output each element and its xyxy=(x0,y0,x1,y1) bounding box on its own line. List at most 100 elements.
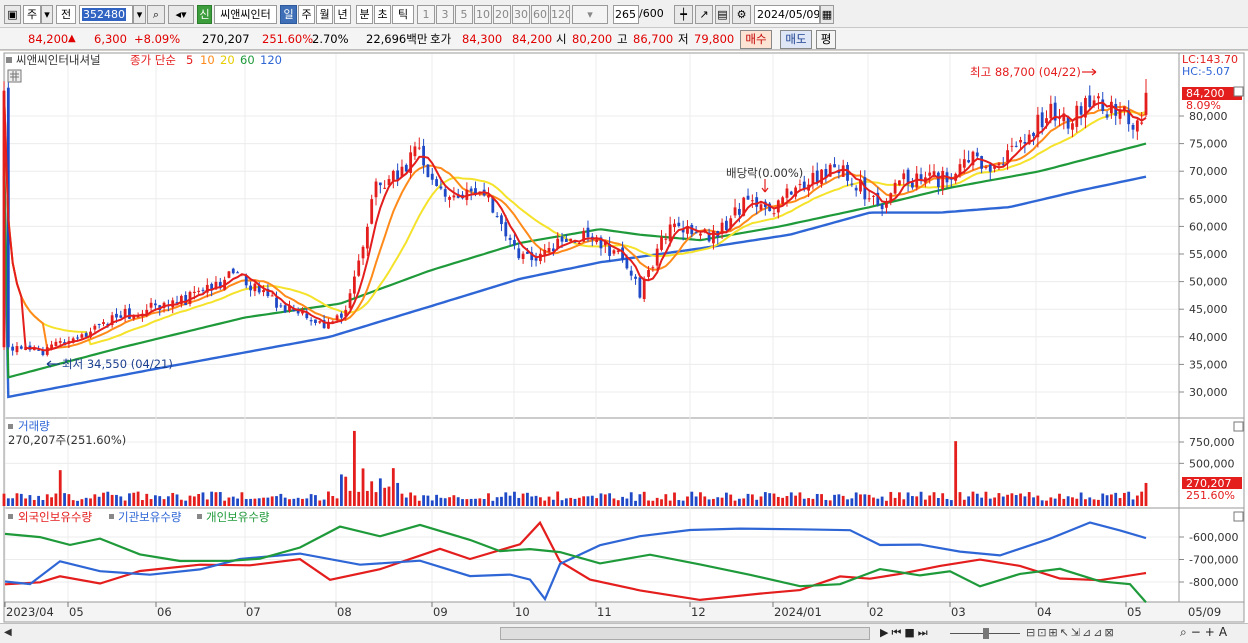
ma-legend-5: 5 xyxy=(186,53,193,67)
volume-panel-close-icon[interactable] xyxy=(1233,421,1244,432)
bottom-scrollbar[interactable]: ◀ ▶⏮■⏭ ⊟⊡⊞↖⇲⊿⊿⊠ ⌕−+A xyxy=(0,623,1248,643)
period-tick[interactable]: 틱 xyxy=(392,5,414,24)
speaker-icon[interactable]: ◂▾ xyxy=(168,5,194,24)
candle-body xyxy=(97,323,101,325)
candle-body xyxy=(1032,132,1035,137)
candle-body xyxy=(595,239,599,243)
candle-body xyxy=(673,223,676,228)
volume-bar xyxy=(846,499,849,506)
interval-120[interactable]: 120 xyxy=(550,5,570,24)
count-input[interactable]: 265 xyxy=(613,5,639,24)
candle-body xyxy=(318,321,322,323)
period-second[interactable]: 초 xyxy=(374,5,391,24)
calendar-icon[interactable]: ▦ xyxy=(820,5,834,24)
volume-bar xyxy=(253,498,257,506)
volume-bar xyxy=(556,491,560,506)
holdings-panel-close-icon[interactable] xyxy=(1233,511,1244,522)
volume-bar xyxy=(932,492,936,506)
volume-bar xyxy=(452,495,456,506)
candle-body xyxy=(547,247,551,252)
volume-bar xyxy=(409,492,413,506)
candle-body xyxy=(11,346,15,351)
volume-bar xyxy=(80,499,84,506)
stock-name-field[interactable]: 씨앤씨인터 xyxy=(214,5,277,24)
price-scale-toggle-icon[interactable] xyxy=(1233,86,1244,97)
volume-bar xyxy=(141,500,144,506)
volume-bar xyxy=(928,495,932,506)
settings-gear-icon[interactable]: ⚙ xyxy=(732,5,751,24)
candle-type-icon[interactable]: ┿ xyxy=(674,5,693,24)
volume-bar xyxy=(322,499,326,506)
volume-bar xyxy=(426,495,430,506)
search-icon[interactable]: ⌕ xyxy=(147,5,165,24)
window-menu-icon[interactable]: ▣ xyxy=(4,5,21,24)
volume-bar xyxy=(725,492,728,506)
volume-bar xyxy=(993,497,996,506)
prev-button[interactable]: 전 xyxy=(56,5,76,24)
candle-body xyxy=(236,272,239,274)
candle-body xyxy=(270,295,274,297)
period-year[interactable]: 년 xyxy=(334,5,351,24)
volume-title: 거래량 xyxy=(18,419,50,433)
volume-bar xyxy=(720,497,724,506)
candle-body xyxy=(1105,114,1109,118)
volume-bar xyxy=(547,496,551,506)
candle-body xyxy=(1014,145,1018,147)
playback-controls-icon[interactable]: ▶⏮■⏭ xyxy=(880,626,931,640)
period-month[interactable]: 월 xyxy=(316,5,333,24)
interval-20[interactable]: 20 xyxy=(493,5,511,24)
time-tick-label: 08 xyxy=(337,605,352,619)
volume-bar xyxy=(11,498,15,506)
candle-body xyxy=(612,250,616,254)
type-select[interactable]: 주 xyxy=(23,5,41,24)
volume-bar xyxy=(469,498,473,506)
volume-bar xyxy=(781,497,785,506)
volume-bar xyxy=(1006,494,1009,506)
candle-body xyxy=(249,285,252,291)
buy-button[interactable]: 매수 xyxy=(740,30,772,49)
interval-1[interactable]: 1 xyxy=(417,5,435,24)
code-dropdown-icon[interactable]: ▾ xyxy=(133,5,146,24)
volume-bar xyxy=(919,491,923,506)
flat-button[interactable]: 평 xyxy=(816,30,836,49)
volume-bar xyxy=(448,497,451,506)
scroll-left-icon[interactable]: ◀ xyxy=(4,627,16,641)
type-dropdown-icon[interactable]: ▾ xyxy=(41,5,53,24)
drawing-tool-icon[interactable]: ↗ xyxy=(695,5,713,24)
period-day[interactable]: 일 xyxy=(280,5,297,24)
date-input[interactable]: 2024/05/09 xyxy=(754,5,820,24)
save-icon[interactable]: ▤ xyxy=(715,5,730,24)
trade-amount: 22,696백만 xyxy=(366,32,428,46)
candle-body xyxy=(560,236,564,242)
zoom-controls-icon[interactable]: ⌕−+A xyxy=(1180,625,1231,640)
candle-body xyxy=(1140,122,1144,124)
interval-10[interactable]: 10 xyxy=(474,5,492,24)
interval-60[interactable]: 60 xyxy=(531,5,549,24)
candle-body xyxy=(517,248,521,259)
candle-body xyxy=(1144,92,1148,115)
interval-5[interactable]: 5 xyxy=(455,5,473,24)
period-minute[interactable]: 분 xyxy=(356,5,373,24)
period-week[interactable]: 주 xyxy=(298,5,315,24)
volume-bar xyxy=(621,496,624,506)
scroll-thumb[interactable] xyxy=(500,627,870,640)
stock-code-input[interactable]: 352480 xyxy=(79,5,133,24)
price-tick-label: 50,000 xyxy=(1189,276,1228,289)
candle-body xyxy=(664,238,668,240)
volume-bar xyxy=(352,430,356,506)
sell-button[interactable]: 매도 xyxy=(780,30,812,49)
candle-body xyxy=(352,276,356,294)
volume-bar xyxy=(374,492,378,506)
interval-3[interactable]: 3 xyxy=(436,5,454,24)
volume-bar xyxy=(443,498,447,506)
view-tools-icon[interactable]: ⊟⊡⊞↖⇲⊿⊿⊠ xyxy=(1026,626,1116,639)
table-view-icon[interactable] xyxy=(7,69,22,83)
volume-bar xyxy=(902,499,906,506)
interval-custom-select[interactable]: ▾ xyxy=(572,5,608,24)
holdings-legend-foreign: 외국인보유수량 xyxy=(18,510,92,524)
volume-bar xyxy=(305,498,309,506)
chart-area[interactable]: 30,000 35,000 40,000 45,000 50,000 55,000 60,0… xyxy=(0,51,1248,623)
zoom-slider-handle[interactable] xyxy=(983,628,989,639)
time-tick-label: 05 xyxy=(1127,605,1142,619)
interval-30[interactable]: 30 xyxy=(512,5,530,24)
